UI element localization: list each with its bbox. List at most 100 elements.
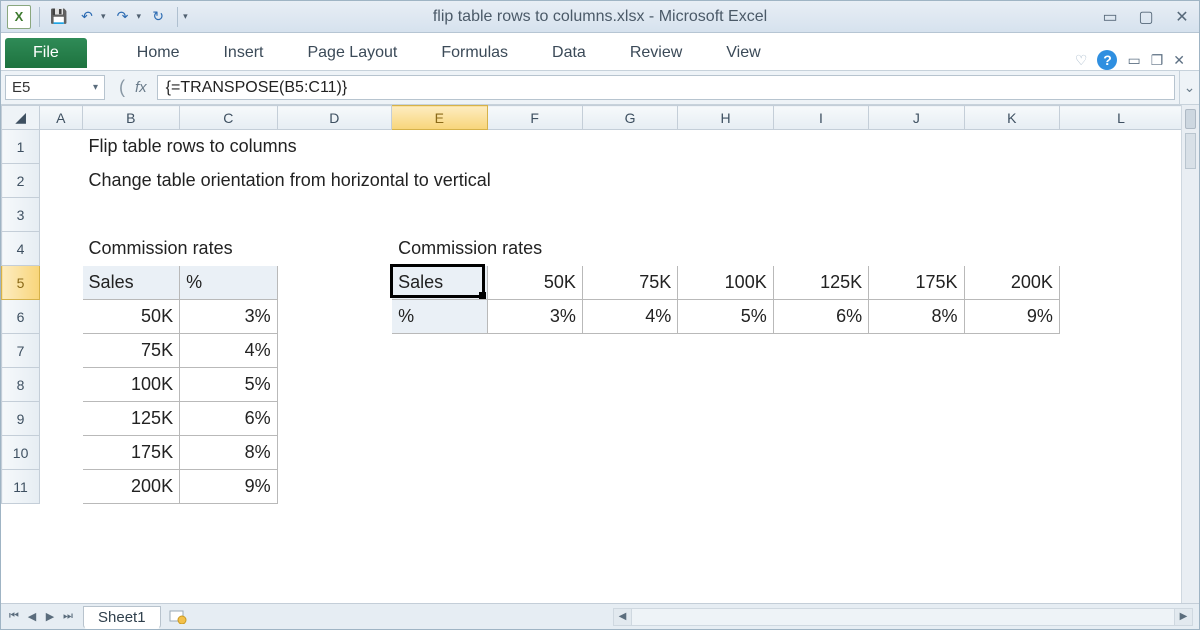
tab-home[interactable]: Home [115, 36, 202, 70]
cell-C8[interactable]: 5% [180, 368, 278, 402]
col-header-F[interactable]: F [487, 106, 582, 130]
row-header-3[interactable]: 3 [2, 198, 40, 232]
workbook-close-icon[interactable]: ✕ [1173, 52, 1185, 69]
left-header-pct[interactable]: % [180, 266, 278, 300]
fx-icon[interactable]: fx [135, 79, 147, 96]
row-header-4[interactable]: 4 [2, 232, 40, 266]
row-header-2[interactable]: 2 [2, 164, 40, 198]
window-title-suffix: - Microsoft Excel [644, 8, 767, 25]
tab-formulas[interactable]: Formulas [419, 36, 530, 70]
row-header-7[interactable]: 7 [2, 334, 40, 368]
worksheet-grid[interactable]: ◢ A B C D E F G H I J K L 1 Flip table r… [1, 105, 1199, 603]
cell-H5[interactable]: 100K [678, 266, 773, 300]
tab-insert[interactable]: Insert [201, 36, 285, 70]
excel-icon: X [7, 5, 31, 29]
cell-C10[interactable]: 8% [180, 436, 278, 470]
cell-B10[interactable]: 175K [82, 436, 180, 470]
vscroll-up-icon[interactable] [1185, 109, 1196, 129]
new-sheet-icon[interactable] [167, 608, 189, 626]
sheet-nav-first-icon[interactable]: ⏮ [5, 608, 23, 626]
cell-B8[interactable]: 100K [82, 368, 180, 402]
file-tab[interactable]: File [5, 38, 87, 68]
close-icon[interactable]: ✕ [1171, 6, 1193, 28]
tab-data[interactable]: Data [530, 36, 608, 70]
cell-H6[interactable]: 5% [678, 300, 773, 334]
workbook-minimize-icon[interactable]: ▭ [1127, 52, 1140, 69]
cell-J6[interactable]: 8% [869, 300, 964, 334]
refresh-icon[interactable]: ↻ [147, 6, 169, 28]
sheet-tab-sheet1[interactable]: Sheet1 [83, 606, 161, 629]
cell-C7[interactable]: 4% [180, 334, 278, 368]
cell-B11[interactable]: 200K [82, 470, 180, 504]
name-box-caret-icon[interactable]: ▾ [93, 82, 98, 93]
cell-C6[interactable]: 3% [180, 300, 278, 334]
vscroll-split-handle[interactable] [1185, 133, 1196, 169]
select-all-corner[interactable]: ◢ [2, 106, 40, 130]
workbook-restore-icon[interactable]: ❐ [1151, 52, 1164, 69]
cell-F5[interactable]: 50K [487, 266, 582, 300]
col-header-I[interactable]: I [773, 106, 868, 130]
row-header-5[interactable]: 5 [2, 266, 40, 300]
cell-C11[interactable]: 9% [180, 470, 278, 504]
cell-K6[interactable]: 9% [964, 300, 1059, 334]
cell-K5[interactable]: 200K [964, 266, 1059, 300]
help-icon[interactable]: ? [1097, 50, 1117, 70]
undo-icon[interactable]: ↶ [76, 6, 98, 28]
cell-E5[interactable]: Sales [392, 266, 487, 300]
row-header-11[interactable]: 11 [2, 470, 40, 504]
name-box-value: E5 [12, 79, 30, 96]
hscroll-left-icon[interactable]: ◀ [614, 609, 632, 625]
ribbon-minimize-caret[interactable]: ♡ [1075, 52, 1088, 69]
window-title-filename: flip table rows to columns.xlsx [433, 8, 645, 25]
row-header-6[interactable]: 6 [2, 300, 40, 334]
save-icon[interactable]: 💾 [48, 6, 70, 28]
cell-E6[interactable]: % [392, 300, 487, 334]
cell-C9[interactable]: 6% [180, 402, 278, 436]
cell-F6[interactable]: 3% [487, 300, 582, 334]
row-header-9[interactable]: 9 [2, 402, 40, 436]
cell-B9[interactable]: 125K [82, 402, 180, 436]
horizontal-scrollbar[interactable]: ◀ ▶ [613, 608, 1193, 626]
tab-review[interactable]: Review [608, 36, 704, 70]
tab-page-layout[interactable]: Page Layout [285, 36, 419, 70]
col-header-A[interactable]: A [40, 106, 82, 130]
sheet-nav-last-icon[interactable]: ⏭ [59, 608, 77, 626]
page-title: Flip table rows to columns [82, 130, 1182, 164]
cell-J5[interactable]: 175K [869, 266, 964, 300]
minimize-icon[interactable]: ▭ [1099, 6, 1121, 28]
cancel-formula-icon: ( [119, 77, 125, 98]
col-header-K[interactable]: K [964, 106, 1059, 130]
title-bar: X 💾 ↶▾ ↷▾ ↻ ▾ flip table rows to columns… [1, 1, 1199, 33]
cell-G6[interactable]: 4% [582, 300, 677, 334]
maximize-icon[interactable]: ▢ [1135, 6, 1157, 28]
name-box[interactable]: E5 ▾ [5, 75, 105, 100]
col-header-E[interactable]: E [392, 106, 487, 130]
formula-input[interactable]: {=TRANSPOSE(B5:C11)} [157, 75, 1175, 100]
tab-view[interactable]: View [704, 36, 782, 70]
col-header-B[interactable]: B [82, 106, 180, 130]
col-header-J[interactable]: J [869, 106, 964, 130]
ribbon: File Home Insert Page Layout Formulas Da… [1, 33, 1199, 71]
row-header-1[interactable]: 1 [2, 130, 40, 164]
qat-customize-caret[interactable]: ▾ [183, 11, 188, 22]
col-header-D[interactable]: D [277, 106, 391, 130]
col-header-G[interactable]: G [582, 106, 677, 130]
cell-I6[interactable]: 6% [773, 300, 868, 334]
page-subtitle: Change table orientation from horizontal… [82, 164, 1182, 198]
hscroll-right-icon[interactable]: ▶ [1174, 609, 1192, 625]
cell-I5[interactable]: 125K [773, 266, 868, 300]
formula-expand-icon[interactable]: ⌄ [1179, 71, 1199, 104]
col-header-H[interactable]: H [678, 106, 773, 130]
vertical-scrollbar[interactable] [1181, 105, 1199, 603]
left-header-sales[interactable]: Sales [82, 266, 180, 300]
row-header-8[interactable]: 8 [2, 368, 40, 402]
cell-B7[interactable]: 75K [82, 334, 180, 368]
col-header-C[interactable]: C [180, 106, 278, 130]
redo-icon[interactable]: ↷ [112, 6, 134, 28]
sheet-nav-prev-icon[interactable]: ◀ [23, 608, 41, 626]
cell-B6[interactable]: 50K [82, 300, 180, 334]
cell-G5[interactable]: 75K [582, 266, 677, 300]
sheet-nav-next-icon[interactable]: ▶ [41, 608, 59, 626]
col-header-L[interactable]: L [1059, 106, 1182, 130]
row-header-10[interactable]: 10 [2, 436, 40, 470]
